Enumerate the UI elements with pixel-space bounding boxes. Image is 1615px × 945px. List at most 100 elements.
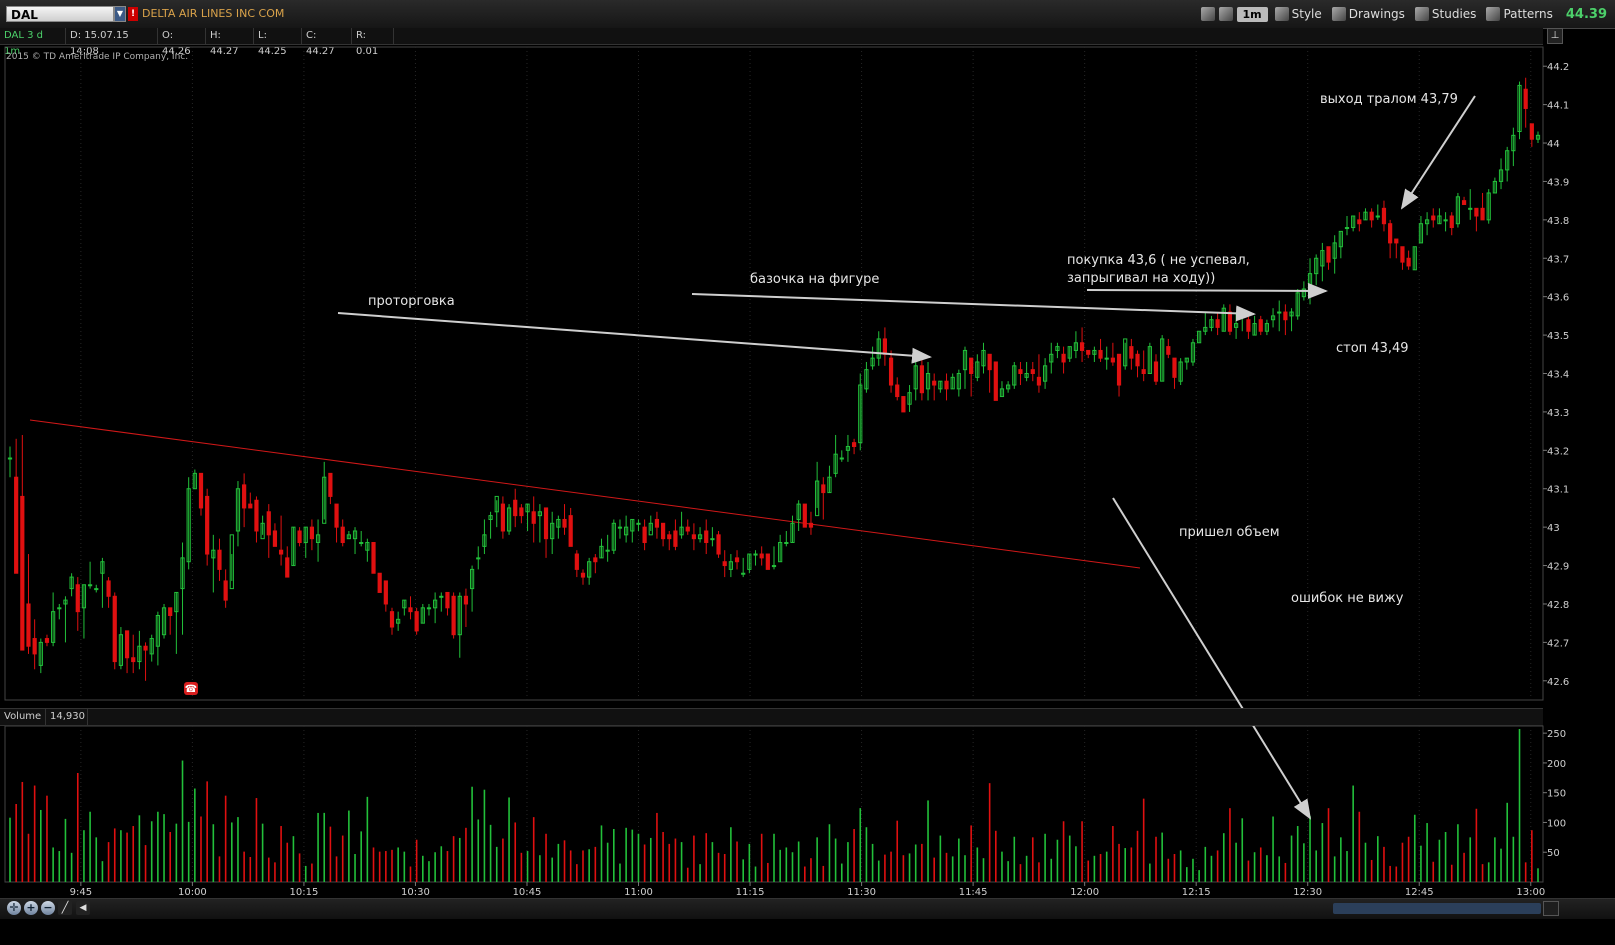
candle-body (359, 542, 364, 545)
candle-body (1474, 207, 1479, 217)
candle-body (543, 507, 549, 540)
annotation-no-errors: ошибок не вижу (1291, 591, 1404, 606)
candle-body (7, 457, 13, 460)
volume-label: Volume (0, 709, 46, 725)
candle-body (1388, 223, 1393, 244)
candle-body (605, 549, 610, 552)
volume-tick-label: 100 (1547, 818, 1566, 829)
candle-body (198, 472, 204, 509)
candle-body (1406, 257, 1411, 267)
candle-body (987, 353, 992, 371)
candle-body (531, 511, 536, 524)
candle-body (932, 380, 937, 386)
candle-body (131, 657, 136, 663)
candle-body (704, 530, 709, 544)
scroll-left-icon[interactable]: ◀ (76, 901, 90, 915)
candle-body (106, 580, 111, 597)
candle-body (1246, 319, 1251, 332)
candle-body (309, 526, 315, 540)
price-tick-label: 42.8 (1547, 600, 1569, 611)
candle-body (1215, 319, 1220, 328)
candle-body (593, 557, 598, 563)
candle-body (248, 503, 253, 509)
candle-body (1061, 353, 1066, 363)
candle-body (660, 522, 666, 540)
candle-body (1227, 311, 1233, 332)
candle-body (722, 561, 727, 567)
candle-body (1141, 369, 1146, 374)
draw-line-icon[interactable]: ╱ (58, 901, 72, 915)
candle-body (414, 611, 419, 632)
volume-header: Volume 14,930 (0, 708, 1543, 726)
annotation-arrow (337, 312, 932, 364)
candle-body (580, 572, 586, 578)
candle-body (26, 603, 31, 647)
time-tick-label: 9:45 (70, 887, 92, 898)
candle-body (759, 553, 764, 559)
time-tick-label: 10:00 (178, 887, 207, 898)
candle-body (426, 607, 432, 610)
candle-body (642, 526, 647, 544)
candle-body (673, 530, 678, 547)
alert-marker[interactable]: ☎ (184, 682, 198, 695)
candle-body (568, 515, 573, 547)
price-volume-chart[interactable]: 44.2 44.1 44 43.9 43.8 43.7 43.6 43.5 43.4 43.3 43… (0, 0, 1615, 900)
candle-body (1461, 200, 1467, 205)
candle-body (969, 357, 974, 374)
candle-body (1394, 238, 1399, 244)
candle-body (1480, 207, 1485, 221)
candle-body (1344, 227, 1350, 230)
candle-body (1079, 342, 1085, 351)
candle-body (1400, 246, 1405, 263)
candle-body (771, 565, 777, 568)
candle-body (741, 572, 746, 575)
time-tick-label: 10:30 (401, 887, 430, 898)
candle-body (124, 630, 130, 659)
candle-body (636, 522, 641, 525)
candle-body (75, 584, 80, 613)
candle-body (334, 503, 339, 528)
candle-body (297, 530, 302, 544)
candle-body (1431, 215, 1436, 221)
candle-body (808, 522, 814, 528)
candle-body (617, 526, 623, 529)
candle-body (1529, 123, 1534, 140)
volume-tick-label: 200 (1547, 759, 1566, 770)
candle-body (1326, 246, 1331, 263)
candle-body (851, 442, 857, 447)
price-tick-label: 42.9 (1547, 562, 1569, 573)
candle-body (143, 645, 148, 651)
candle-body (1116, 353, 1122, 386)
candle-body (476, 557, 481, 560)
volume-tick-label: 250 (1547, 729, 1566, 740)
candle-body (1375, 215, 1380, 218)
price-tick-label: 43.6 (1547, 293, 1569, 304)
zoom-in-icon[interactable]: + (24, 901, 38, 915)
candle-body (1240, 315, 1245, 318)
candle-body (784, 542, 789, 545)
zoom-out-icon[interactable]: − (41, 901, 55, 915)
candle-body (242, 484, 247, 509)
candle-body (463, 595, 469, 605)
candle-body (1030, 369, 1035, 374)
candle-body (20, 495, 25, 651)
crosshair-icon[interactable]: ✛ (7, 901, 21, 915)
candle-body (710, 538, 715, 541)
candle-body (1135, 353, 1140, 367)
price-tick-label: 44.2 (1547, 62, 1569, 73)
candle-body (223, 580, 228, 601)
candle-body (112, 595, 117, 663)
candle-body (765, 553, 770, 570)
candle-body (445, 591, 450, 609)
annotation-buy-line2: запрыгивал на ходу)) (1067, 271, 1215, 286)
scroll-right-button[interactable] (1543, 901, 1559, 916)
volume-axis: 250 200 150 100 50 (1543, 729, 1566, 859)
candle-body (57, 607, 62, 610)
candle-body (993, 361, 998, 401)
candle-body (802, 503, 807, 528)
candle-body (919, 365, 924, 394)
candle-body (1357, 219, 1362, 225)
annotation-arrow (1400, 95, 1476, 210)
candle-body (1523, 88, 1528, 109)
time-scrollbar[interactable] (1333, 903, 1541, 914)
